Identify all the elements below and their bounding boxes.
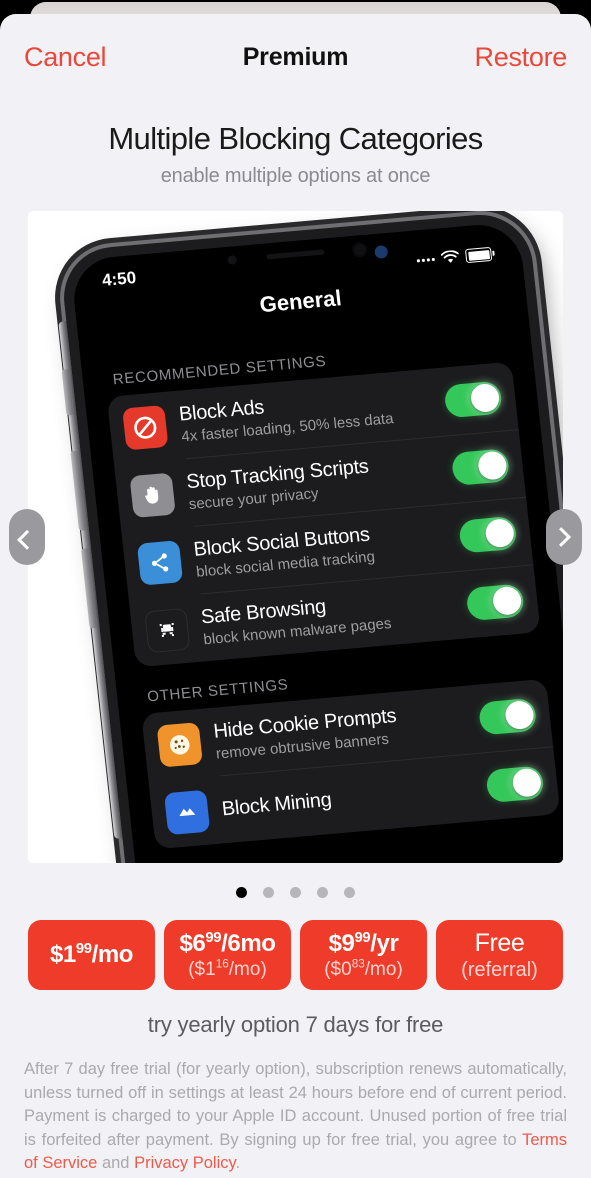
- price-button-yearly-main: $999/yr: [328, 929, 399, 957]
- list-item-text: Hide Cookie Prompts remove obtrusive ban…: [212, 698, 482, 763]
- modal-navbar: Cancel Premium Restore: [0, 14, 591, 90]
- price-button-yearly[interactable]: $999/yr ($083/mo): [300, 920, 427, 991]
- price-button-monthly[interactable]: $199/mo: [28, 920, 155, 991]
- page-dot-1[interactable]: [236, 887, 247, 899]
- battery-full-icon: [464, 247, 493, 264]
- carousel-slide[interactable]: 4:50 General RECOMMENDED SETTINGS Block …: [28, 211, 563, 864]
- list-item-text: Block Social Buttons block social media …: [193, 516, 463, 581]
- status-bar-indicators: [416, 247, 493, 267]
- carousel-next-button[interactable]: [546, 509, 582, 566]
- block-ads-icon: [122, 405, 169, 451]
- price-button-6month-main: $699/6mo: [179, 929, 276, 957]
- price-button-monthly-main: $199/mo: [49, 941, 134, 969]
- hero-headline: Multiple Blocking Categories: [108, 121, 483, 156]
- price-button-free-sub: (referral): [461, 958, 538, 981]
- cookie-icon: [156, 722, 203, 768]
- list-item-text: Block Mining: [221, 775, 489, 821]
- toggle-switch[interactable]: [450, 447, 511, 486]
- phone-mockup-frame: 4:50 General RECOMMENDED SETTINGS Block …: [28, 211, 563, 864]
- wifi-icon: [440, 250, 459, 263]
- cellular-signal-icon: [416, 257, 435, 263]
- hero-section: Multiple Blocking Categories enable mult…: [0, 121, 591, 188]
- price-button-yearly-sub: ($083/mo): [324, 957, 403, 980]
- legal-body: After 7 day free trial (for yearly optio…: [24, 1060, 567, 1149]
- list-item-text: Stop Tracking Scripts secure your privac…: [185, 448, 455, 514]
- chevron-right-icon: [551, 527, 572, 547]
- list-item-text: Safe Browsing block known malware pages: [200, 583, 470, 649]
- privacy-policy-link[interactable]: Privacy Policy: [134, 1154, 235, 1172]
- trial-note: try yearly option 7 days for free: [147, 1012, 444, 1038]
- phone-screen: 4:50 General RECOMMENDED SETTINGS Block …: [69, 221, 563, 864]
- premium-modal-sheet: Cancel Premium Restore Multiple Blocking…: [0, 14, 591, 1178]
- feature-carousel: 4:50 General RECOMMENDED SETTINGS Block …: [0, 211, 591, 864]
- share-nodes-icon: [136, 540, 184, 586]
- legal-disclaimer: After 7 day free trial (for yearly optio…: [24, 1058, 567, 1176]
- price-button-6month-sub: ($116/mo): [188, 957, 267, 980]
- toggle-switch[interactable]: [465, 583, 525, 621]
- settings-group-recommended: Block Ads 4x faster loading, 50% less da…: [106, 361, 541, 668]
- block-mining-icon: [163, 789, 211, 836]
- toggle-switch[interactable]: [458, 515, 518, 554]
- toggle-switch[interactable]: [477, 697, 538, 736]
- list-item-title: Block Mining: [220, 788, 333, 820]
- stop-hand-icon: [129, 472, 176, 519]
- price-button-free-referral[interactable]: Free (referral): [436, 920, 563, 991]
- phone-mockup: 4:50 General RECOMMENDED SETTINGS Block …: [58, 211, 563, 864]
- price-button-6month[interactable]: $699/6mo ($116/mo): [164, 920, 291, 991]
- hero-subheadline: enable multiple options at once: [160, 165, 431, 188]
- status-bar-time: 4:50: [101, 268, 138, 290]
- page-dot-2[interactable]: [263, 887, 274, 899]
- list-item-text: Block Ads 4x faster loading, 50% less da…: [178, 381, 448, 445]
- legal-period: .: [235, 1154, 241, 1173]
- toggle-switch[interactable]: [443, 380, 503, 418]
- carousel-page-indicator: [0, 887, 591, 899]
- legal-conjunction: and: [97, 1154, 135, 1173]
- price-button-free-main: Free: [474, 928, 525, 957]
- settings-list: RECOMMENDED SETTINGS Block Ads 4x faster…: [80, 313, 563, 863]
- pricing-options: $199/mo $699/6mo ($116/mo) $999/yr ($083…: [0, 920, 591, 991]
- chevron-left-icon: [17, 530, 37, 550]
- malware-invader-icon: [144, 607, 191, 654]
- page-dot-5[interactable]: [344, 887, 355, 899]
- carousel-prev-button[interactable]: [9, 509, 45, 566]
- toggle-switch[interactable]: [485, 764, 545, 803]
- page-dot-3[interactable]: [290, 887, 301, 899]
- page-dot-4[interactable]: [317, 887, 328, 899]
- restore-purchases-button[interactable]: Restore: [475, 42, 568, 73]
